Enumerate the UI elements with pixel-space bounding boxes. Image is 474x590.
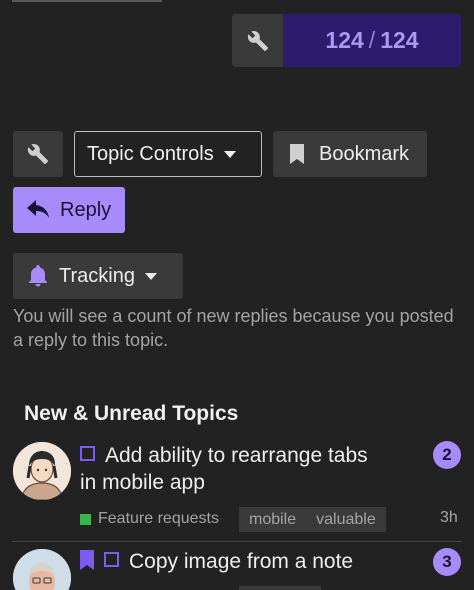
unread-status-icon bbox=[104, 552, 119, 567]
category-color-icon bbox=[80, 513, 91, 525]
tag-list bbox=[239, 586, 321, 590]
topic-controls-label: Topic Controls bbox=[87, 142, 214, 165]
bookmark-button[interactable]: Bookmark bbox=[273, 131, 427, 177]
topic-title: Copy image from a note bbox=[129, 550, 354, 573]
topic-progress[interactable]: 124 / 124 bbox=[232, 14, 461, 67]
tag-list: mobile valuable bbox=[239, 507, 386, 532]
progress-separator: / bbox=[368, 27, 376, 53]
top-divider bbox=[12, 0, 162, 2]
progress-current: 124 bbox=[325, 27, 364, 53]
chevron-down-icon bbox=[223, 150, 236, 158]
avatar[interactable] bbox=[13, 442, 71, 500]
user-avatar-icon bbox=[13, 549, 71, 590]
progress-total: 124 bbox=[380, 27, 419, 53]
tag-link[interactable]: mobile bbox=[249, 511, 296, 529]
section-title: New & Unread Topics bbox=[24, 402, 239, 425]
unread-count-badge[interactable]: 2 bbox=[433, 441, 461, 469]
tag-link[interactable]: valuable bbox=[316, 511, 376, 529]
user-avatar-icon bbox=[13, 442, 71, 500]
topic-title: Add ability to rearrange tabs in mobile … bbox=[80, 444, 368, 494]
bookmark-icon bbox=[80, 550, 94, 570]
admin-wrench-button[interactable] bbox=[13, 131, 63, 177]
chevron-down-icon bbox=[144, 272, 157, 280]
avatar[interactable] bbox=[13, 549, 71, 590]
unread-count-badge[interactable]: 3 bbox=[433, 548, 461, 576]
category-name: Feature requests bbox=[98, 510, 219, 527]
topic-divider bbox=[12, 541, 462, 542]
progress-wrench-button[interactable] bbox=[232, 14, 283, 67]
category-link[interactable]: Feature requests bbox=[80, 510, 219, 528]
topic-link[interactable]: Copy image from a note bbox=[80, 548, 400, 575]
reply-label: Reply bbox=[60, 198, 112, 221]
wrench-icon bbox=[27, 144, 49, 165]
bell-icon bbox=[29, 265, 47, 287]
topic-link[interactable]: Add ability to rearrange tabs in mobile … bbox=[80, 442, 370, 496]
unread-status-icon bbox=[80, 446, 95, 461]
tracking-button[interactable]: Tracking bbox=[13, 253, 183, 299]
bookmark-label: Bookmark bbox=[319, 142, 410, 165]
bookmark-icon bbox=[290, 144, 304, 164]
topic-controls-button[interactable]: Topic Controls bbox=[74, 131, 262, 177]
tracking-label: Tracking bbox=[59, 264, 135, 287]
topic-age[interactable]: 3h bbox=[440, 509, 458, 527]
wrench-icon bbox=[247, 30, 268, 51]
reply-arrow-icon bbox=[27, 200, 49, 218]
progress-count[interactable]: 124 / 124 bbox=[283, 14, 461, 67]
reply-button[interactable]: Reply bbox=[13, 187, 125, 233]
tracking-description: You will see a count of new replies beca… bbox=[13, 306, 454, 350]
